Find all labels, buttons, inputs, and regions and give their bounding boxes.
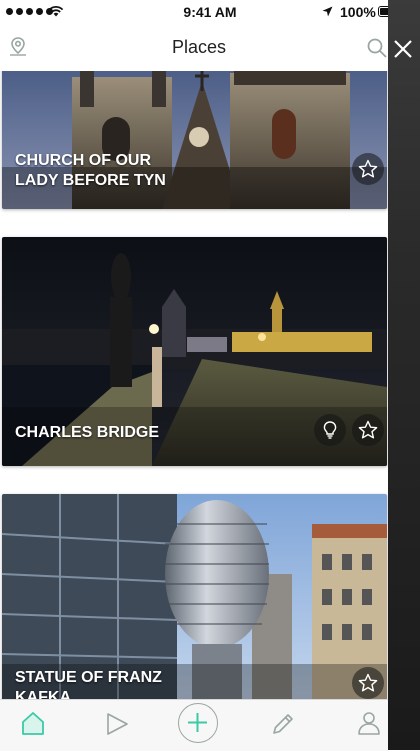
star-icon [358, 673, 378, 692]
star-icon [358, 420, 378, 439]
edit-tab-icon[interactable] [270, 711, 296, 737]
favorite-button[interactable] [352, 153, 384, 185]
place-card-charles-bridge[interactable]: CHARLES BRIDGE [2, 237, 387, 466]
close-icon[interactable] [390, 36, 416, 62]
side-panel-background [388, 250, 420, 728]
place-title: CHARLES BRIDGE [15, 424, 160, 441]
places-list[interactable]: CHURCH OF OUR LADY BEFORE TYN CHARLES BR… [0, 71, 388, 699]
side-panel-overlay [388, 0, 420, 750]
page-title: Places [171, 37, 227, 57]
status-bar: 9:41 AM 100% [0, 0, 420, 24]
home-tab-icon[interactable] [20, 710, 46, 736]
search-icon[interactable] [366, 37, 388, 59]
star-icon [358, 159, 378, 178]
favorite-button[interactable] [352, 414, 384, 446]
play-tab-icon[interactable] [104, 711, 130, 737]
add-tab-button[interactable] [178, 703, 218, 743]
place-card-kafka-statue[interactable]: STATUE OF FRANZ KAFKA [2, 494, 387, 699]
tab-bar [0, 699, 388, 751]
favorite-button[interactable] [352, 667, 384, 699]
battery-percentage: 100% [340, 4, 376, 20]
location-arrow-icon [322, 6, 333, 17]
place-title: STATUE OF FRANZ KAFKA [15, 669, 162, 699]
audio-guide-button[interactable] [314, 414, 346, 446]
profile-tab-icon[interactable] [356, 710, 382, 736]
place-title: CHURCH OF OUR LADY BEFORE TYN [15, 152, 166, 189]
plus-icon [188, 713, 207, 732]
lightbulb-icon [323, 421, 337, 439]
place-card-tyn-church[interactable]: CHURCH OF OUR LADY BEFORE TYN [2, 71, 387, 209]
navigation-bar: Places [0, 24, 388, 71]
